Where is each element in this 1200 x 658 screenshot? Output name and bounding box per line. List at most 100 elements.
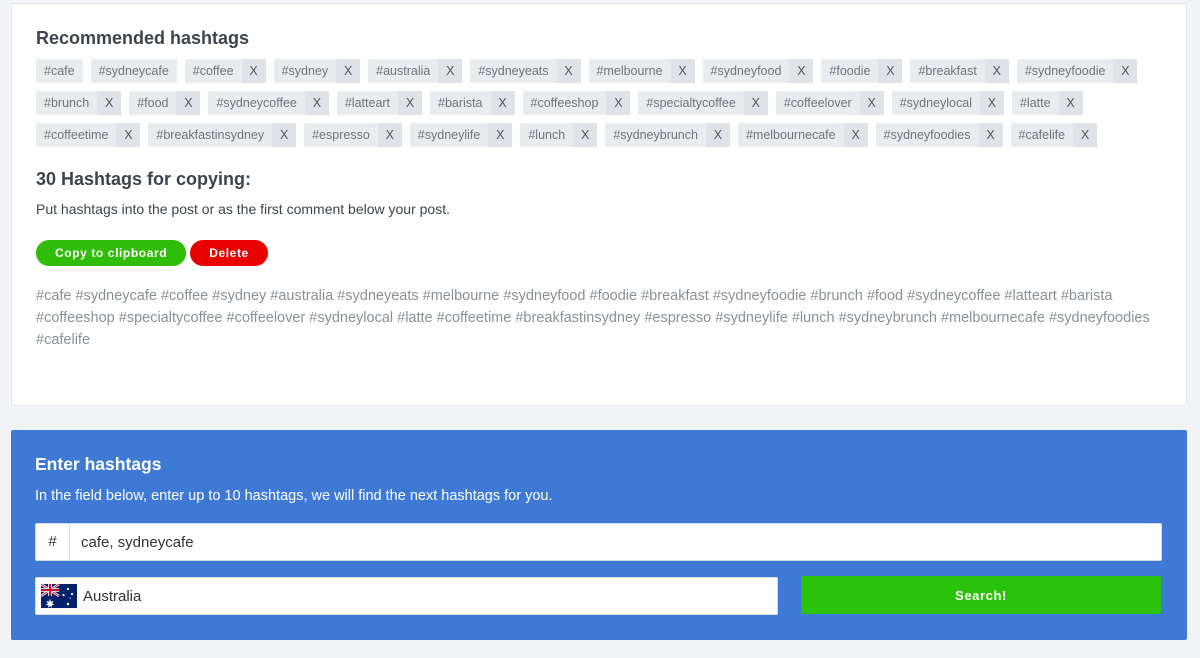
hashtag-chip-label: #coffee — [192, 64, 234, 78]
copy-title: 30 Hashtags for copying: — [36, 169, 252, 189]
hashtag-chip-label: #food — [137, 96, 169, 110]
remove-hashtag-button[interactable]: X — [789, 59, 814, 83]
enter-hashtags-panel: Enter hashtags In the field below, enter… — [11, 430, 1187, 640]
remove-hashtag-button[interactable]: X — [1073, 123, 1098, 147]
hashtag-chip: #sydneycoffee X — [208, 91, 329, 115]
hashtag-chip: #breakfast X — [910, 59, 1009, 83]
hashtag-chip: #sydneyfoodies X — [875, 123, 1003, 147]
remove-hashtag-button[interactable]: X — [490, 91, 515, 115]
hashtag-chip: #sydneyeats X — [470, 59, 581, 83]
hashtag-chip: #cafe — [36, 59, 83, 83]
tag-list: #cafe #sydneycafe #coffee X #sydney X #austral… — [36, 59, 1146, 155]
hashtag-chip: #sydneylocal X — [891, 91, 1004, 115]
hashtag-chip: #brunch X — [36, 91, 122, 115]
remove-hashtag-button[interactable]: X — [573, 123, 598, 147]
remove-hashtag-button[interactable]: X — [978, 123, 1003, 147]
hashtag-chip-label: #breakfast — [918, 64, 977, 78]
hashtag-chip-label: #latteart — [344, 96, 391, 110]
remove-hashtag-button[interactable]: X — [878, 59, 903, 83]
hashtag-chip-label: #sydneycafe — [98, 64, 169, 78]
hashtag-chip-label: #lunch — [528, 128, 566, 142]
hashtag-chip-label: #barista — [438, 96, 483, 110]
hashtag-chip: #australia X — [368, 59, 463, 83]
hashtag-chip-label: #sydneyeats — [478, 64, 549, 78]
remove-hashtag-button[interactable]: X — [272, 123, 297, 147]
hashtag-chip: #sydneycafe — [90, 59, 177, 83]
hashtag-chip-label: #sydneylocal — [899, 96, 972, 110]
hashtag-chip: #specialtycoffee X — [638, 91, 768, 115]
hashtag-chip: #lunch X — [520, 123, 598, 147]
remove-hashtag-button[interactable]: X — [606, 91, 631, 115]
hashtag-input[interactable] — [70, 524, 1161, 560]
remove-hashtag-button[interactable]: X — [377, 123, 402, 147]
hashtag-chip-label: #sydneyfoodie — [1024, 64, 1106, 78]
remove-hashtag-button[interactable]: X — [304, 91, 329, 115]
hash-prefix: # — [36, 524, 70, 560]
remove-hashtag-button[interactable]: X — [398, 91, 423, 115]
hashtag-chip: #coffeetime X — [36, 123, 141, 147]
hashtag-chip: #coffeeshop X — [522, 91, 631, 115]
hashtag-chip-label: #coffeeshop — [530, 96, 599, 110]
hashtag-chip-label: #sydney — [281, 64, 329, 78]
hashtag-chip-label: #coffeelover — [783, 96, 852, 110]
hashtag-chip-label: #australia — [376, 64, 431, 78]
delete-button[interactable]: Delete — [190, 240, 268, 266]
copy-actions: Copy to clipboard Delete — [36, 240, 1162, 266]
hashtag-chip-label: #foodie — [829, 64, 871, 78]
hashtag-chip-label: #sydneyfood — [710, 64, 782, 78]
hashtag-chip-label: #coffeetime — [44, 128, 109, 142]
hashtag-chip: #coffeelover X — [775, 91, 884, 115]
hashtag-input-group: # — [35, 523, 1162, 561]
hashtags-copy-text[interactable]: #cafe #sydneycafe #coffee #sydney #austr… — [36, 285, 1156, 351]
remove-hashtag-button[interactable]: X — [488, 123, 513, 147]
hashtag-chip: #coffee X — [184, 59, 266, 83]
hashtag-chip: #sydneyfood X — [702, 59, 814, 83]
country-select[interactable]: Australia — [35, 577, 778, 615]
hashtag-chip-label: #breakfastinsydney — [156, 128, 265, 142]
hashtag-chip: #food X — [129, 91, 201, 115]
remove-hashtag-button[interactable]: X — [705, 123, 730, 147]
copy-to-clipboard-button[interactable]: Copy to clipboard — [36, 240, 187, 266]
remove-hashtag-button[interactable]: X — [843, 123, 868, 147]
hashtag-chip-label: #specialtycoffee — [646, 96, 736, 110]
hashtag-chip: #sydneylife X — [409, 123, 513, 147]
enter-hashtags-description: In the field below, enter up to 10 hasht… — [35, 488, 553, 504]
remove-hashtag-button[interactable]: X — [979, 91, 1004, 115]
hashtag-chip-label: #sydneycoffee — [216, 96, 297, 110]
hashtag-chip: #sydney X — [273, 59, 361, 83]
hashtag-chip-label: #latte — [1019, 96, 1051, 110]
hashtag-chip-label: #cafelife — [1018, 128, 1066, 142]
remove-hashtag-button[interactable]: X — [438, 59, 463, 83]
remove-hashtag-button[interactable]: X — [1113, 59, 1138, 83]
hashtag-chip-label: #sydneylife — [417, 128, 481, 142]
hashtag-chip-label: #sydneybrunch — [613, 128, 698, 142]
copy-note: Put hashtags into the post or as the fir… — [36, 201, 450, 217]
hashtag-chip-label: #brunch — [44, 96, 90, 110]
hashtag-chip-label: #cafe — [44, 64, 75, 78]
hashtag-chip: #sydneybrunch X — [605, 123, 730, 147]
hashtag-chip: #latteart X — [336, 91, 423, 115]
remove-hashtag-button[interactable]: X — [176, 91, 201, 115]
remove-hashtag-button[interactable]: X — [116, 123, 141, 147]
australia-flag-icon — [41, 584, 77, 608]
hashtag-chip-label: #espresso — [312, 128, 370, 142]
remove-hashtag-button[interactable]: X — [556, 59, 581, 83]
search-button[interactable]: Search! — [801, 576, 1161, 614]
hashtag-chip-label: #sydneyfoodies — [883, 128, 971, 142]
hashtag-chip-label: #melbournecafe — [745, 128, 836, 142]
hashtag-chip: #cafelife X — [1010, 123, 1098, 147]
remove-hashtag-button[interactable]: X — [670, 59, 695, 83]
hashtag-chip: #foodie X — [821, 59, 903, 83]
hashtag-chip: #latte X — [1011, 91, 1083, 115]
remove-hashtag-button[interactable]: X — [859, 91, 884, 115]
hashtag-chip-label: #melbourne — [596, 64, 663, 78]
country-label: Australia — [83, 587, 142, 605]
recommended-card: Recommended hashtags #cafe #sydneycafe #co… — [11, 3, 1187, 406]
remove-hashtag-button[interactable]: X — [743, 91, 768, 115]
remove-hashtag-button[interactable]: X — [97, 91, 122, 115]
remove-hashtag-button[interactable]: X — [241, 59, 266, 83]
remove-hashtag-button[interactable]: X — [984, 59, 1009, 83]
remove-hashtag-button[interactable]: X — [336, 59, 361, 83]
remove-hashtag-button[interactable]: X — [1058, 91, 1083, 115]
hashtag-chip: #melbournecafe X — [737, 123, 868, 147]
